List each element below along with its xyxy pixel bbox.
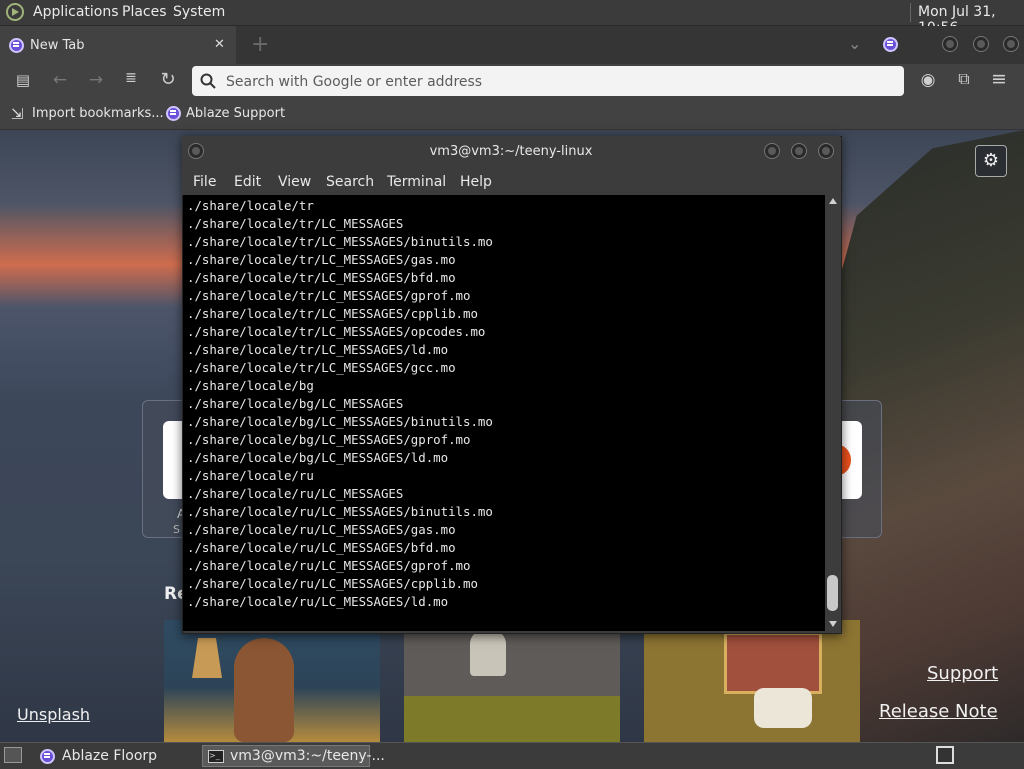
terminal-line: ./share/locale/bg bbox=[187, 378, 314, 393]
terminal-line: ./share/locale/ru/LC_MESSAGES bbox=[187, 486, 404, 501]
task-terminal-label: vm3@vm3:~/teeny-... bbox=[230, 748, 385, 764]
terminal-line: ./share/locale/tr bbox=[187, 198, 314, 213]
terminal-line: ./share/locale/tr/LC_MESSAGES bbox=[187, 216, 404, 231]
terminal-line: ./share/locale/tr/LC_MESSAGES/binutils.m… bbox=[187, 234, 493, 249]
bookmark-ablaze-support[interactable]: Ablaze Support bbox=[186, 106, 285, 121]
terminal-line: ./share/locale/ru/LC_MESSAGES/cpplib.mo bbox=[187, 576, 478, 591]
terminal-menubar: File Edit View Search Terminal Help bbox=[182, 168, 840, 195]
applications-menu[interactable]: Applications bbox=[33, 4, 119, 20]
show-desktop-icon[interactable] bbox=[4, 747, 22, 763]
system-menu[interactable]: System bbox=[173, 4, 225, 20]
tab-title: New Tab bbox=[30, 38, 85, 53]
terminal-output[interactable]: ./share/locale/tr ./share/locale/tr/LC_M… bbox=[183, 195, 825, 631]
terminal-titlebar[interactable]: vm3@vm3:~/teeny-linux bbox=[182, 136, 840, 168]
terminal-line: ./share/locale/tr/LC_MESSAGES/gcc.mo bbox=[187, 360, 456, 375]
close-tab-icon[interactable]: ✕ bbox=[214, 37, 225, 52]
bottom-panel: Ablaze Floorp >_ vm3@vm3:~/teeny-... bbox=[0, 742, 1024, 769]
terminal-scrollbar[interactable] bbox=[825, 195, 840, 631]
task-floorp[interactable]: Ablaze Floorp bbox=[34, 745, 198, 767]
terminal-task-icon: >_ bbox=[208, 750, 224, 763]
terminal-line: ./share/locale/tr/LC_MESSAGES/gprof.mo bbox=[187, 288, 471, 303]
terminal-line: ./share/locale/tr/LC_MESSAGES/gas.mo bbox=[187, 252, 456, 267]
terminal-line: ./share/locale/tr/LC_MESSAGES/opcodes.mo bbox=[187, 324, 486, 339]
release-note-link[interactable]: Release Note bbox=[879, 701, 998, 722]
account-icon[interactable]: ◉ bbox=[917, 70, 939, 90]
menu-icon[interactable]: ≡ bbox=[988, 68, 1010, 90]
terminal-line: ./share/locale/bg/LC_MESSAGES/binutils.m… bbox=[187, 414, 493, 429]
top-site-sublabel: S bbox=[173, 523, 180, 536]
support-link[interactable]: Support bbox=[927, 663, 998, 684]
terminal-line: ./share/locale/ru/LC_MESSAGES/gprof.mo bbox=[187, 558, 471, 573]
browser-maximize-button[interactable] bbox=[973, 36, 989, 52]
sidebar-icon[interactable]: ▤ bbox=[12, 71, 34, 89]
recent-card-dog[interactable] bbox=[164, 620, 380, 742]
back-icon[interactable]: ← bbox=[49, 70, 71, 90]
tab-new-tab[interactable]: New Tab ✕ bbox=[0, 26, 236, 64]
terminal-line: ./share/locale/ru/LC_MESSAGES/binutils.m… bbox=[187, 504, 493, 519]
extensions-icon[interactable]: ⧉ bbox=[953, 69, 975, 89]
terminal-title: vm3@vm3:~/teeny-linux bbox=[429, 144, 593, 159]
clock-separator bbox=[910, 3, 911, 22]
terminal-line: ./share/locale/tr/LC_MESSAGES/bfd.mo bbox=[187, 270, 456, 285]
top-site-tile[interactable] bbox=[825, 400, 882, 538]
bookmarks-toolbar: ⇲ Import bookmarks... Ablaze Support bbox=[0, 99, 1024, 130]
terminal-line: ./share/locale/bg/LC_MESSAGES/gprof.mo bbox=[187, 432, 471, 447]
scroll-down-icon[interactable] bbox=[829, 621, 837, 627]
reload-icon[interactable]: ↻ bbox=[157, 69, 179, 90]
recent-card-market[interactable] bbox=[404, 620, 620, 742]
new-tab-button[interactable]: + bbox=[251, 32, 269, 57]
terminal-maximize-button[interactable] bbox=[791, 143, 807, 159]
places-menu[interactable]: Places bbox=[122, 4, 167, 20]
terminal-menu-view[interactable]: View bbox=[278, 174, 311, 190]
terminal-menu-edit[interactable]: Edit bbox=[234, 174, 261, 190]
scrollbar-thumb[interactable] bbox=[827, 575, 838, 611]
task-floorp-label: Ablaze Floorp bbox=[62, 748, 158, 764]
terminal-line: ./share/locale/tr/LC_MESSAGES/ld.mo bbox=[187, 342, 449, 357]
workspace-switcher-icon[interactable] bbox=[936, 746, 954, 764]
terminal-menu-search[interactable]: Search bbox=[326, 174, 374, 190]
ablaze-favicon-icon bbox=[166, 106, 181, 121]
terminal-minimize-button[interactable] bbox=[764, 143, 780, 159]
terminal-text: ./share/locale/tr ./share/locale/tr/LC_M… bbox=[187, 197, 493, 611]
terminal-line: ./share/locale/ru/LC_MESSAGES/gas.mo bbox=[187, 522, 456, 537]
unsplash-link[interactable]: Unsplash bbox=[17, 705, 90, 724]
search-icon bbox=[200, 73, 216, 89]
recent-card-room[interactable] bbox=[644, 620, 860, 742]
floorp-favicon-icon bbox=[9, 38, 24, 53]
task-terminal[interactable]: >_ vm3@vm3:~/teeny-... bbox=[202, 745, 385, 767]
terminal-line: ./share/locale/tr/LC_MESSAGES/cpplib.mo bbox=[187, 306, 478, 321]
browser-minimize-button[interactable] bbox=[942, 36, 958, 52]
tab-list-icon[interactable]: ⌄ bbox=[848, 34, 861, 53]
terminal-line: ./share/locale/ru/LC_MESSAGES/bfd.mo bbox=[187, 540, 456, 555]
list-icon[interactable]: ≣ bbox=[120, 70, 142, 86]
terminal-menu-file[interactable]: File bbox=[193, 174, 216, 190]
address-input[interactable] bbox=[224, 71, 888, 93]
gear-icon[interactable]: ⚙ bbox=[975, 145, 1007, 177]
scroll-up-icon[interactable] bbox=[829, 198, 837, 204]
forward-icon[interactable]: → bbox=[85, 70, 107, 90]
distro-logo-icon[interactable] bbox=[6, 3, 24, 21]
floorp-menu-icon[interactable] bbox=[883, 37, 898, 52]
browser-close-button[interactable] bbox=[1003, 36, 1019, 52]
terminal-line: ./share/locale/ru/LC_MESSAGES/ld.mo bbox=[187, 594, 449, 609]
top-panel: Applications Places System Mon Jul 31, 1… bbox=[0, 0, 1024, 36]
top-site-icon bbox=[825, 421, 862, 499]
import-icon: ⇲ bbox=[11, 105, 24, 123]
terminal-menu-terminal[interactable]: Terminal bbox=[387, 174, 446, 190]
terminal-line: ./share/locale/ru bbox=[187, 468, 314, 483]
terminal-close-button[interactable] bbox=[818, 143, 834, 159]
bookmark-import[interactable]: Import bookmarks... bbox=[32, 106, 164, 121]
terminal-line: ./share/locale/bg/LC_MESSAGES bbox=[187, 396, 404, 411]
floorp-task-icon bbox=[40, 749, 55, 764]
terminal-line: ./share/locale/bg/LC_MESSAGES/ld.mo bbox=[187, 450, 449, 465]
address-bar[interactable] bbox=[192, 66, 904, 96]
terminal-menu-help[interactable]: Help bbox=[460, 174, 492, 190]
